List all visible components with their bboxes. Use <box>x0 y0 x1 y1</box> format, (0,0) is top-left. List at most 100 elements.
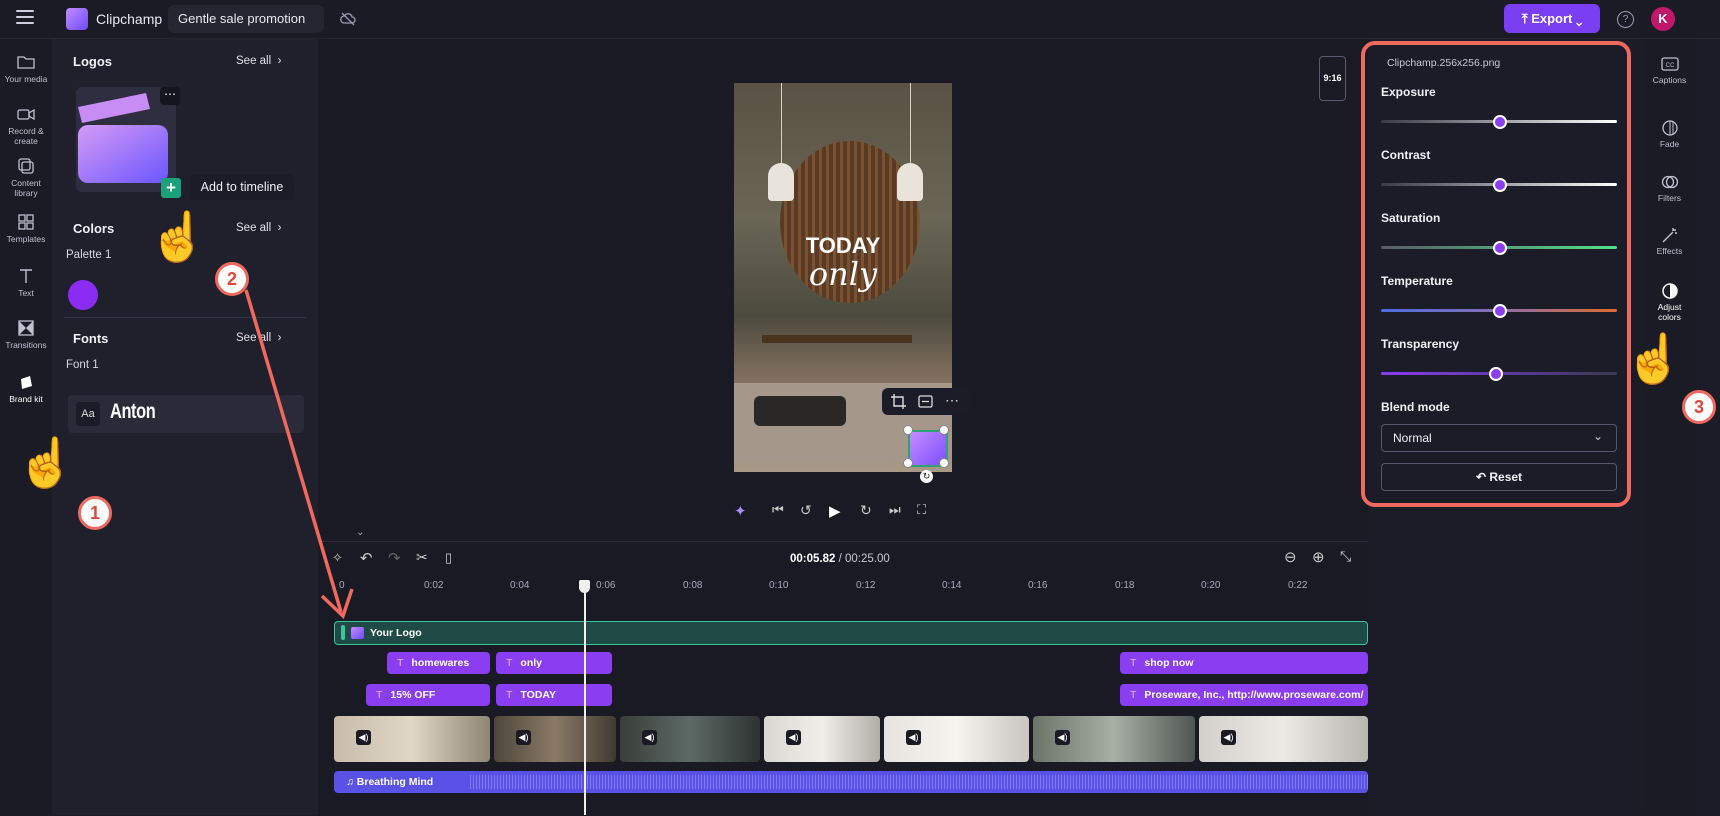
folder-icon <box>17 56 35 69</box>
text-clip[interactable]: T TODAY <box>496 684 612 706</box>
text-clip-icon: T <box>376 689 383 701</box>
logos-heading: Logos <box>73 54 112 69</box>
see-all-label: See all <box>236 332 272 344</box>
rail-item-text[interactable]: Text <box>0 268 52 298</box>
skip-back-icon[interactable]: ⏮ <box>772 502 784 518</box>
more-options-icon[interactable]: ⋯ <box>160 87 180 105</box>
rail-item-adjust-colors[interactable]: Adjust colors <box>1642 283 1697 322</box>
rail-item-content-library[interactable]: Content library <box>0 158 52 198</box>
playhead[interactable] <box>584 586 586 815</box>
fit-timeline-icon[interactable]: ⤡ <box>1340 548 1351 565</box>
text-clip[interactable]: Tshop now <box>1120 652 1368 674</box>
text-clip[interactable]: T 15% OFF <box>366 684 490 706</box>
resize-handle[interactable] <box>939 458 949 468</box>
text-clip-label: only <box>520 657 543 669</box>
add-to-timeline-button[interactable]: + <box>161 178 181 198</box>
fit-icon[interactable] <box>918 395 933 408</box>
forward-5-icon[interactable]: ↻ <box>860 502 872 519</box>
volume-icon[interactable]: ◀) <box>906 730 921 745</box>
volume-icon[interactable]: ◀) <box>1221 730 1236 745</box>
skip-forward-icon[interactable]: ⏭ <box>889 502 901 518</box>
resize-handle[interactable] <box>903 425 913 435</box>
font-card[interactable] <box>68 395 304 433</box>
split-icon[interactable]: ✂ <box>416 549 428 566</box>
fonts-see-all-link[interactable]: See all › <box>236 332 281 344</box>
rail-label: Your media <box>4 74 48 84</box>
cloud-off-icon[interactable] <box>340 11 356 27</box>
rail-item-fade[interactable]: Fade <box>1642 120 1697 149</box>
zoom-out-icon[interactable]: ⊖ <box>1284 548 1297 566</box>
fullscreen-icon[interactable]: ⛶ <box>917 502 926 518</box>
ruler-tick: 0:04 <box>510 580 530 591</box>
video-clip[interactable]: ◀) <box>1199 716 1368 762</box>
text-clip[interactable]: Thomewares <box>387 652 490 674</box>
video-clip[interactable]: ◀) <box>1033 716 1195 762</box>
play-icon[interactable]: ▶ <box>829 502 841 520</box>
rail-item-record-create[interactable]: Record & create <box>0 106 52 146</box>
export-button[interactable]: ⤒ Export ⌄ <box>1504 4 1600 33</box>
avatar[interactable]: K <box>1651 7 1675 31</box>
rail-item-templates[interactable]: Templates <box>0 214 52 244</box>
playhead-handle[interactable] <box>579 580 590 593</box>
rail-label: Effects <box>1656 246 1683 256</box>
crop-icon[interactable] <box>891 394 906 409</box>
color-swatch[interactable] <box>68 280 98 310</box>
current-time: 00:05.82 <box>790 553 836 565</box>
rail-item-your-media[interactable]: Your media <box>0 54 52 84</box>
rail-label: Brand kit <box>9 394 43 404</box>
redo-icon[interactable]: ↷ <box>388 549 401 567</box>
rail-label: Captions <box>1652 75 1687 85</box>
text-clip[interactable]: T Proseware, Inc., http://www.proseware.c… <box>1120 684 1368 706</box>
magic-edit-icon[interactable]: ✧ <box>332 550 343 566</box>
pointer-hand-icon: ☝ <box>16 437 76 490</box>
volume-icon[interactable]: ◀) <box>516 730 531 745</box>
video-clip[interactable]: ◀) <box>494 716 616 762</box>
pendant-lamp <box>768 163 794 201</box>
export-label: Export <box>1531 11 1573 26</box>
help-icon[interactable]: ? <box>1617 11 1634 28</box>
text-clip-label: Proseware, Inc., http://www.proseware.co… <box>1144 689 1364 701</box>
volume-icon[interactable]: ◀) <box>642 730 657 745</box>
rail-item-brand-kit[interactable]: Brand kit <box>0 374 52 404</box>
ruler-tick: 0:22 <box>1288 580 1308 591</box>
text-clip[interactable]: Tonly <box>496 652 612 674</box>
more-options-icon[interactable]: ⋯ <box>945 392 959 409</box>
time-ruler[interactable]: 0 0:02 0:04 0:06 0:08 0:10 0:12 0:14 0:1… <box>330 580 1368 594</box>
volume-icon[interactable]: ◀) <box>786 730 801 745</box>
volume-icon[interactable]: ◀) <box>1055 730 1070 745</box>
colors-see-all-link[interactable]: See all › <box>236 222 281 234</box>
text-clip-label: 15% OFF <box>390 689 436 701</box>
rewind-5-icon[interactable]: ↺ <box>800 502 812 519</box>
logo-track-clip[interactable] <box>334 621 1368 645</box>
zoom-in-icon[interactable]: ⊕ <box>1312 548 1325 566</box>
video-clip[interactable]: ◀) <box>334 716 490 762</box>
video-clip[interactable]: ◀) <box>620 716 760 762</box>
rail-item-filters[interactable]: Filters <box>1642 174 1697 203</box>
menu-icon[interactable] <box>16 10 34 26</box>
magic-icon[interactable]: ✦ <box>734 502 747 520</box>
rail-item-transitions[interactable]: Transitions <box>0 320 52 350</box>
rail-item-captions[interactable]: CC Captions <box>1642 56 1697 85</box>
chevron-right-icon: › <box>277 222 282 234</box>
logo-clip-icon <box>351 627 364 639</box>
undo-icon[interactable]: ↶ <box>360 549 373 567</box>
see-all-label: See all <box>236 55 272 67</box>
collapse-timeline-icon[interactable]: ⌄ <box>356 527 364 538</box>
rail-item-effects[interactable]: Effects <box>1642 227 1697 256</box>
resize-handle[interactable] <box>903 458 913 468</box>
video-clip[interactable]: ◀) <box>764 716 880 762</box>
fade-icon <box>1661 120 1678 136</box>
text-clip-icon: T <box>506 689 513 701</box>
volume-icon[interactable]: ◀) <box>356 730 371 745</box>
delete-icon[interactable]: ▯ <box>445 550 452 566</box>
total-time: / 00:25.00 <box>838 553 890 565</box>
logos-see-all-link[interactable]: See all › <box>236 55 281 67</box>
trim-handle[interactable] <box>341 625 345 640</box>
ruler-tick: 0:14 <box>942 580 962 591</box>
audio-waveform <box>470 775 1368 789</box>
aspect-ratio-button[interactable]: 9:16 <box>1319 56 1346 101</box>
resize-handle[interactable] <box>939 425 949 435</box>
video-clip[interactable]: ◀) <box>884 716 1029 762</box>
project-title-field[interactable]: Gentle sale promotion <box>168 5 324 33</box>
rotate-handle-icon[interactable]: ↻ <box>920 470 933 483</box>
